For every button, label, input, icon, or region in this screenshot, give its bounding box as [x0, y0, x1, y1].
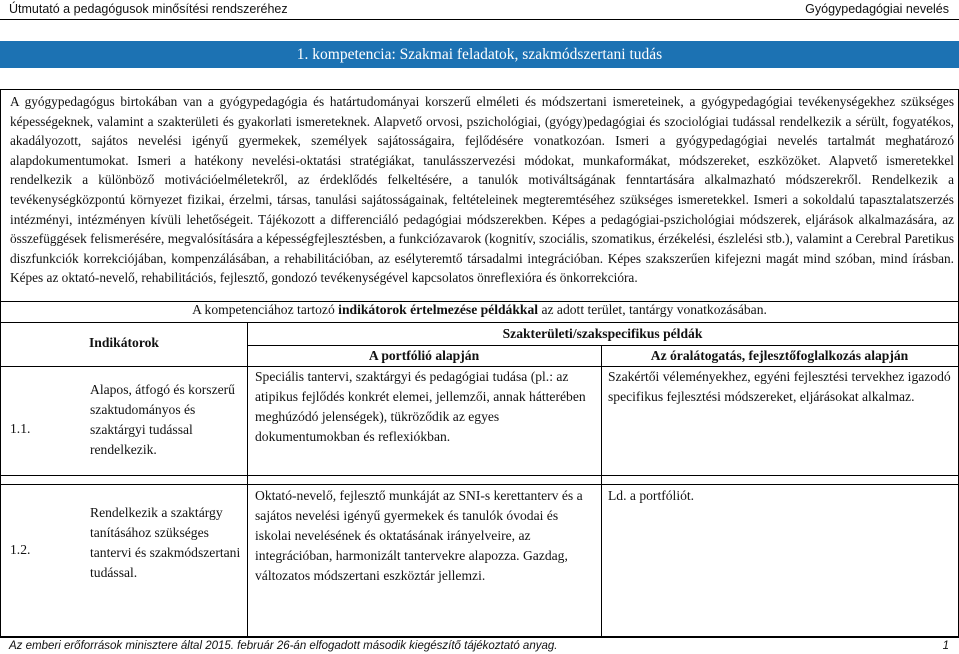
competency-banner: 1. kompetencia: Szakmai feladatok, szakm… [0, 41, 959, 68]
caption-text-after: az adott terület, tantárgy vonatkozásába… [538, 302, 767, 317]
row-2-visit: Ld. a portfóliót. [608, 488, 695, 503]
row-2-indicator: Rendelkezik a szaktárgy tanításához szük… [90, 505, 241, 580]
indicators-column-header: Indikátorok [88, 335, 159, 350]
row-1-number: 1.1. [10, 421, 31, 436]
header-right-title: Gyógypedagógiai nevelés [805, 2, 949, 16]
portfolio-visit-divider [601, 345, 602, 638]
page-header: Útmutató a pedagógusok minősítési rendsz… [0, 0, 959, 20]
caption-text-before: A kompetenciához tartozó [192, 302, 339, 317]
indicators-caption: A kompetenciához tartozó indikátorok ért… [1, 302, 958, 318]
page-footer: Az emberi erőforrások minisztere által 2… [0, 637, 959, 654]
examples-column-header: Szakterületi/szakspecifikus példák [502, 326, 703, 341]
row-2-portfolio: Oktató-nevelő, fejlesztő munkáját az SNI… [255, 488, 583, 583]
row-1-portfolio: Speciális tantervi, szaktárgyi és pedagó… [255, 369, 586, 444]
visit-column-header: Az óralátogatás, fejlesztőfoglalkozás al… [650, 348, 909, 363]
header-left-title: Útmutató a pedagógusok minősítési rendsz… [9, 2, 288, 16]
header-rule [0, 19, 959, 20]
row-1-visit: Szakértői véleményekhez, egyéni fejleszt… [608, 369, 951, 404]
row-2-number: 1.2. [10, 542, 31, 557]
row-1-indicator: Alapos, átfogó és korszerű szaktudományo… [90, 382, 235, 457]
competency-table: A gyógypedagógus birtokában van a gyógyp… [0, 89, 959, 638]
indicator-examples-divider [247, 322, 248, 638]
competency-description: A gyógypedagógus birtokában van a gyógyp… [10, 92, 954, 288]
page-number: 1 [942, 640, 949, 652]
competency-description-text: A gyógypedagógus birtokában van a gyógyp… [10, 94, 954, 286]
row-2-top-rule [1, 484, 958, 485]
caption-bottom-rule [1, 322, 958, 323]
footer-note: Az emberi erőforrások minisztere által 2… [9, 640, 558, 652]
portfolio-column-header: A portfólió alapján [368, 348, 480, 363]
caption-text-bold: indikátorok értelmezése példákkal [338, 302, 539, 317]
row-1-bottom-rule [1, 475, 958, 476]
